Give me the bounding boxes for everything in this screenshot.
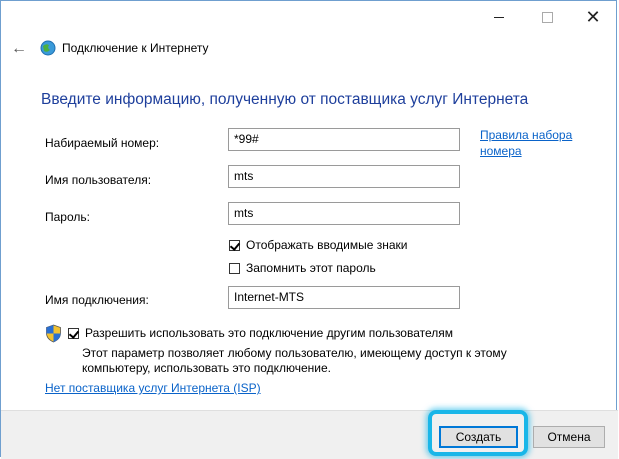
cancel-button[interactable]: Отмена <box>533 426 605 448</box>
create-button[interactable]: Создать <box>439 426 518 448</box>
show-chars-label: Отображать вводимые знаки <box>246 238 408 252</box>
minimize-icon <box>494 16 504 18</box>
uac-shield-icon <box>46 324 61 343</box>
dial-rules-link-line1[interactable]: Правила набора <box>480 128 572 142</box>
remember-password-checkbox[interactable]: Запомнить этот пароль <box>229 261 376 275</box>
no-isp-link[interactable]: Нет поставщика услуг Интернета (ISP) <box>45 381 261 395</box>
dial-number-input[interactable]: *99# <box>228 128 460 151</box>
page-heading: Введите информацию, полученную от постав… <box>41 91 529 108</box>
password-input[interactable]: mts <box>228 202 460 225</box>
back-button[interactable]: ← <box>9 39 29 59</box>
close-icon: ✕ <box>585 6 601 27</box>
allow-others-label: Разрешить использовать это подключение д… <box>85 326 454 340</box>
minimize-button[interactable] <box>476 1 522 33</box>
maximize-icon <box>541 11 553 23</box>
allow-others-description: Этот параметр позволяет любому пользоват… <box>82 346 507 375</box>
username-label: Имя пользователя: <box>45 173 152 187</box>
remember-password-label: Запомнить этот пароль <box>246 261 376 275</box>
username-input[interactable]: mts <box>228 165 460 188</box>
title-bar: ✕ <box>1 1 616 33</box>
window-nav-title: Подключение к Интернету <box>62 41 209 55</box>
dial-number-label: Набираемый номер: <box>45 136 160 150</box>
maximize-button[interactable] <box>524 1 570 33</box>
password-label: Пароль: <box>45 210 90 224</box>
network-globe-icon <box>40 40 56 56</box>
dial-rules-link-line2[interactable]: номера <box>480 144 522 158</box>
dialog-window: ✕ ← Подключение к Интернету Введите инфо… <box>0 0 618 459</box>
connection-name-input[interactable]: Internet-MTS <box>228 286 460 309</box>
show-chars-checkbox-box[interactable] <box>229 239 240 251</box>
connection-name-label: Имя подключения: <box>45 293 149 307</box>
remember-password-checkbox-box[interactable] <box>229 262 240 274</box>
show-chars-checkbox[interactable]: Отображать вводимые знаки <box>229 238 407 252</box>
allow-others-checkbox[interactable]: Разрешить использовать это подключение д… <box>68 326 453 340</box>
allow-others-checkbox-box[interactable] <box>68 327 79 339</box>
back-arrow-icon: ← <box>11 40 27 57</box>
close-button[interactable]: ✕ <box>570 1 616 33</box>
